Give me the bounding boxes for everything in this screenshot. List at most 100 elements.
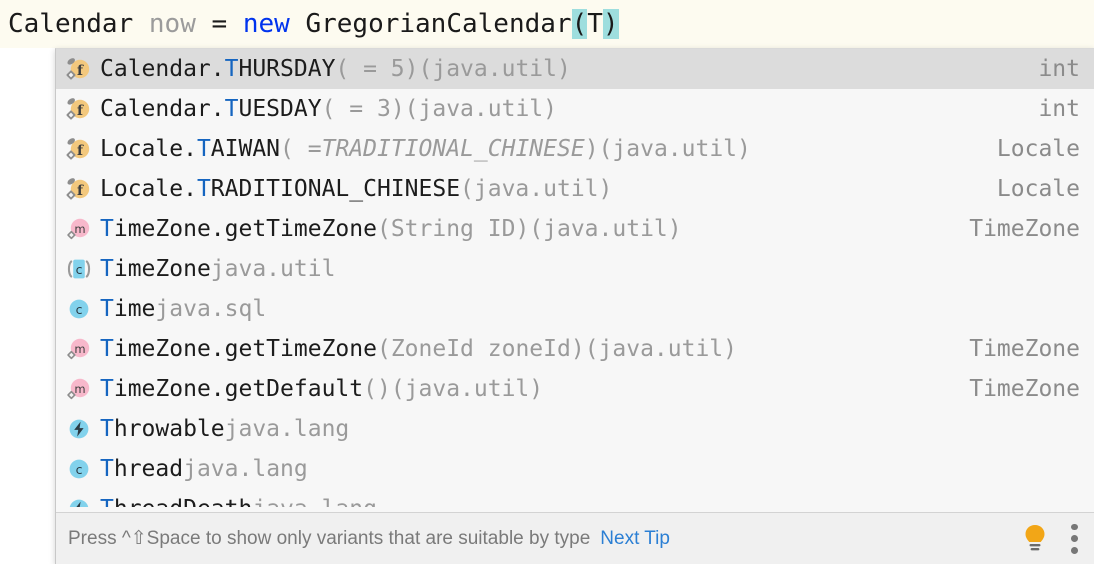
static-field-icon: f	[66, 176, 92, 202]
completion-item-label: Locale. T AIWAN ( = TRADITIONAL_CHINESE) (…	[100, 136, 751, 162]
completion-item[interactable]: f Locale. T AIWAN ( = TRADITIONAL_CHINESE) …	[56, 129, 1094, 169]
svg-text:m: m	[74, 342, 85, 356]
item-tail: (ZoneId zoneId)	[376, 336, 585, 362]
item-qualifier: Calendar.	[100, 56, 225, 82]
completion-item-label: Thread java.lang	[100, 456, 308, 482]
item-package: (java.util)	[598, 136, 751, 162]
item-tail: ( = 5)	[335, 56, 419, 82]
static-field-icon: f	[66, 96, 92, 122]
item-name: imeZone.getTimeZone	[113, 336, 377, 362]
code-completion-popup[interactable]: f Calendar. T HURSDAY ( = 5) (java.util) int…	[55, 48, 1094, 564]
svg-text:m: m	[74, 222, 85, 236]
completion-item[interactable]: c Time java.sql	[56, 289, 1094, 329]
item-tail-italic: TRADITIONAL_CHINESE	[321, 136, 585, 162]
code-token-1: now	[148, 9, 196, 39]
item-name: HURSDAY	[238, 56, 336, 82]
item-match-prefix: T	[224, 96, 239, 122]
item-name: hread	[113, 456, 184, 482]
code-token-6: T	[587, 9, 603, 39]
completion-item[interactable]: ThreadDeath java.lang	[56, 489, 1094, 507]
completion-item[interactable]: f Calendar. T HURSDAY ( = 5) (java.util) int	[56, 49, 1094, 89]
item-match-prefix: T	[100, 336, 114, 362]
next-tip-link[interactable]: Next Tip	[600, 528, 670, 550]
completion-list[interactable]: f Calendar. T HURSDAY ( = 5) (java.util) int…	[56, 49, 1094, 507]
code-token-2: =	[195, 9, 243, 39]
item-name: imeZone.getDefault	[113, 376, 364, 402]
item-match-prefix: T	[100, 416, 114, 442]
item-name: imeZone	[113, 256, 211, 282]
abstract-class-icon: c	[66, 256, 92, 282]
item-tail-close: )	[584, 136, 599, 162]
svg-text:f: f	[77, 143, 84, 159]
item-match-prefix: T	[100, 296, 114, 322]
item-match-prefix: T	[100, 216, 114, 242]
item-match-prefix: T	[100, 496, 114, 507]
item-package: java.util	[210, 256, 336, 282]
completion-item-label: TimeZone.getTimeZone (String ID) (java.ut…	[100, 216, 682, 242]
class-icon: c	[66, 456, 92, 482]
item-tail: ( = 3)	[321, 96, 405, 122]
completion-item-type: TimeZone	[969, 376, 1080, 402]
completion-item-type: int	[1038, 56, 1080, 82]
completion-item[interactable]: c TimeZone java.util	[56, 249, 1094, 289]
item-tail: ( =	[280, 136, 322, 162]
completion-item-label: TimeZone.getDefault() (java.util)	[100, 376, 543, 402]
static-method-icon: m	[66, 216, 92, 242]
completion-item-label: TimeZone.getTimeZone (ZoneId zoneId) (jav…	[100, 336, 737, 362]
code-token-7: )	[602, 9, 619, 39]
completion-item-label: Throwable java.lang	[100, 416, 349, 442]
completion-item-label: Time java.sql	[100, 296, 266, 322]
svg-text:m: m	[74, 382, 85, 396]
status-bar-actions	[1022, 523, 1078, 554]
completion-item[interactable]: m TimeZone.getDefault() (java.util) TimeZo…	[56, 369, 1094, 409]
completion-item[interactable]: f Calendar. T UESDAY ( = 3) (java.util) int	[56, 89, 1094, 129]
static-method-icon: m	[66, 376, 92, 402]
item-package: (java.util)	[584, 336, 738, 362]
item-match-prefix: T	[100, 376, 114, 402]
item-name: hreadDeath	[114, 496, 252, 507]
svg-text:c: c	[76, 462, 83, 477]
exception-class-icon	[66, 496, 92, 507]
item-match-prefix: T	[100, 456, 114, 482]
item-name: ime	[113, 296, 156, 322]
svg-text:f: f	[77, 63, 84, 79]
class-icon: c	[66, 296, 92, 322]
item-name: RADITIONAL_CHINESE	[210, 176, 461, 202]
item-package: (java.util)	[390, 376, 544, 402]
item-name: hrowable	[113, 416, 225, 442]
editor-code-line[interactable]: Calendar now = new GregorianCalendar(T)	[0, 0, 1094, 71]
exception-class-icon	[66, 416, 92, 442]
lightbulb-icon[interactable]	[1022, 524, 1048, 554]
svg-text:c: c	[76, 262, 83, 277]
static-method-icon: m	[66, 336, 92, 362]
item-package: (java.util)	[460, 176, 613, 202]
completion-item-label: ThreadDeath java.lang	[100, 496, 377, 507]
completion-item-label: Calendar. T UESDAY ( = 3) (java.util)	[100, 96, 557, 122]
completion-item[interactable]: m TimeZone.getTimeZone (String ID) (java.u…	[56, 209, 1094, 249]
static-field-icon: f	[66, 56, 92, 82]
item-package: java.lang	[183, 456, 308, 482]
completion-item[interactable]: f Locale. T RADITIONAL_CHINESE (java.util) L…	[56, 169, 1094, 209]
item-package: java.lang	[224, 416, 350, 442]
completion-item[interactable]: m TimeZone.getTimeZone (ZoneId zoneId) (ja…	[56, 329, 1094, 369]
item-package: java.sql	[155, 296, 267, 322]
item-match-prefix: T	[196, 136, 211, 162]
item-tail: ()	[363, 376, 391, 402]
item-name: AIWAN	[210, 136, 281, 162]
item-name: imeZone.getTimeZone	[113, 216, 377, 242]
code-token-3: new	[242, 9, 290, 39]
tip-text: Press ^⇧Space to show only variants that…	[68, 528, 591, 549]
completion-item-label: Locale. T RADITIONAL_CHINESE (java.util)	[100, 176, 612, 202]
completion-item-label: TimeZone java.util	[100, 256, 335, 282]
item-match-prefix: T	[100, 256, 114, 282]
kebab-menu-icon[interactable]	[1070, 523, 1078, 554]
completion-item[interactable]: c Thread java.lang	[56, 449, 1094, 489]
static-field-icon: f	[66, 136, 92, 162]
item-package: (java.util)	[404, 96, 557, 122]
item-package: (java.util)	[529, 216, 682, 242]
item-package: (java.util)	[418, 56, 571, 82]
screen: Calendar now = new GregorianCalendar(T) …	[0, 0, 1094, 564]
item-name: UESDAY	[238, 96, 322, 122]
svg-text:c: c	[76, 302, 83, 317]
completion-item[interactable]: Throwable java.lang	[56, 409, 1094, 449]
